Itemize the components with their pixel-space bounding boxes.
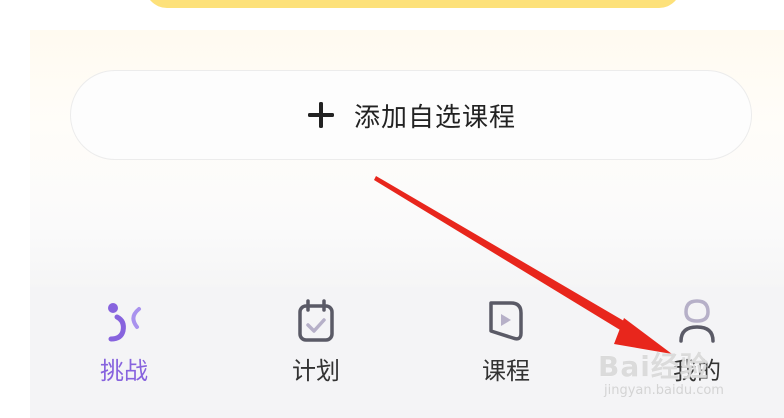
challenge-runner-icon (108, 303, 141, 342)
add-custom-course-label: 添加自选课程 (353, 102, 516, 133)
top-banner-edge (145, 0, 681, 8)
tab-course-label: 课程 (482, 357, 530, 385)
plus-icon (307, 102, 334, 128)
profile-person-icon (679, 299, 715, 343)
tab-plan-label: 计划 (292, 357, 340, 385)
tab-mine[interactable]: 我的 (622, 287, 772, 418)
course-play-icon (489, 301, 523, 341)
tab-course[interactable]: 课程 (431, 287, 581, 418)
add-custom-course-button[interactable]: 添加自选课程 (70, 70, 752, 160)
tab-mine-label: 我的 (673, 357, 721, 385)
bottom-tab-bar: 挑战 计划 课程 我的 (30, 287, 784, 418)
tab-plan[interactable]: 计划 (241, 287, 391, 418)
tab-challenge-label: 挑战 (100, 357, 148, 385)
plan-clipboard-icon (298, 299, 334, 342)
tab-challenge[interactable]: 挑战 (49, 287, 199, 418)
